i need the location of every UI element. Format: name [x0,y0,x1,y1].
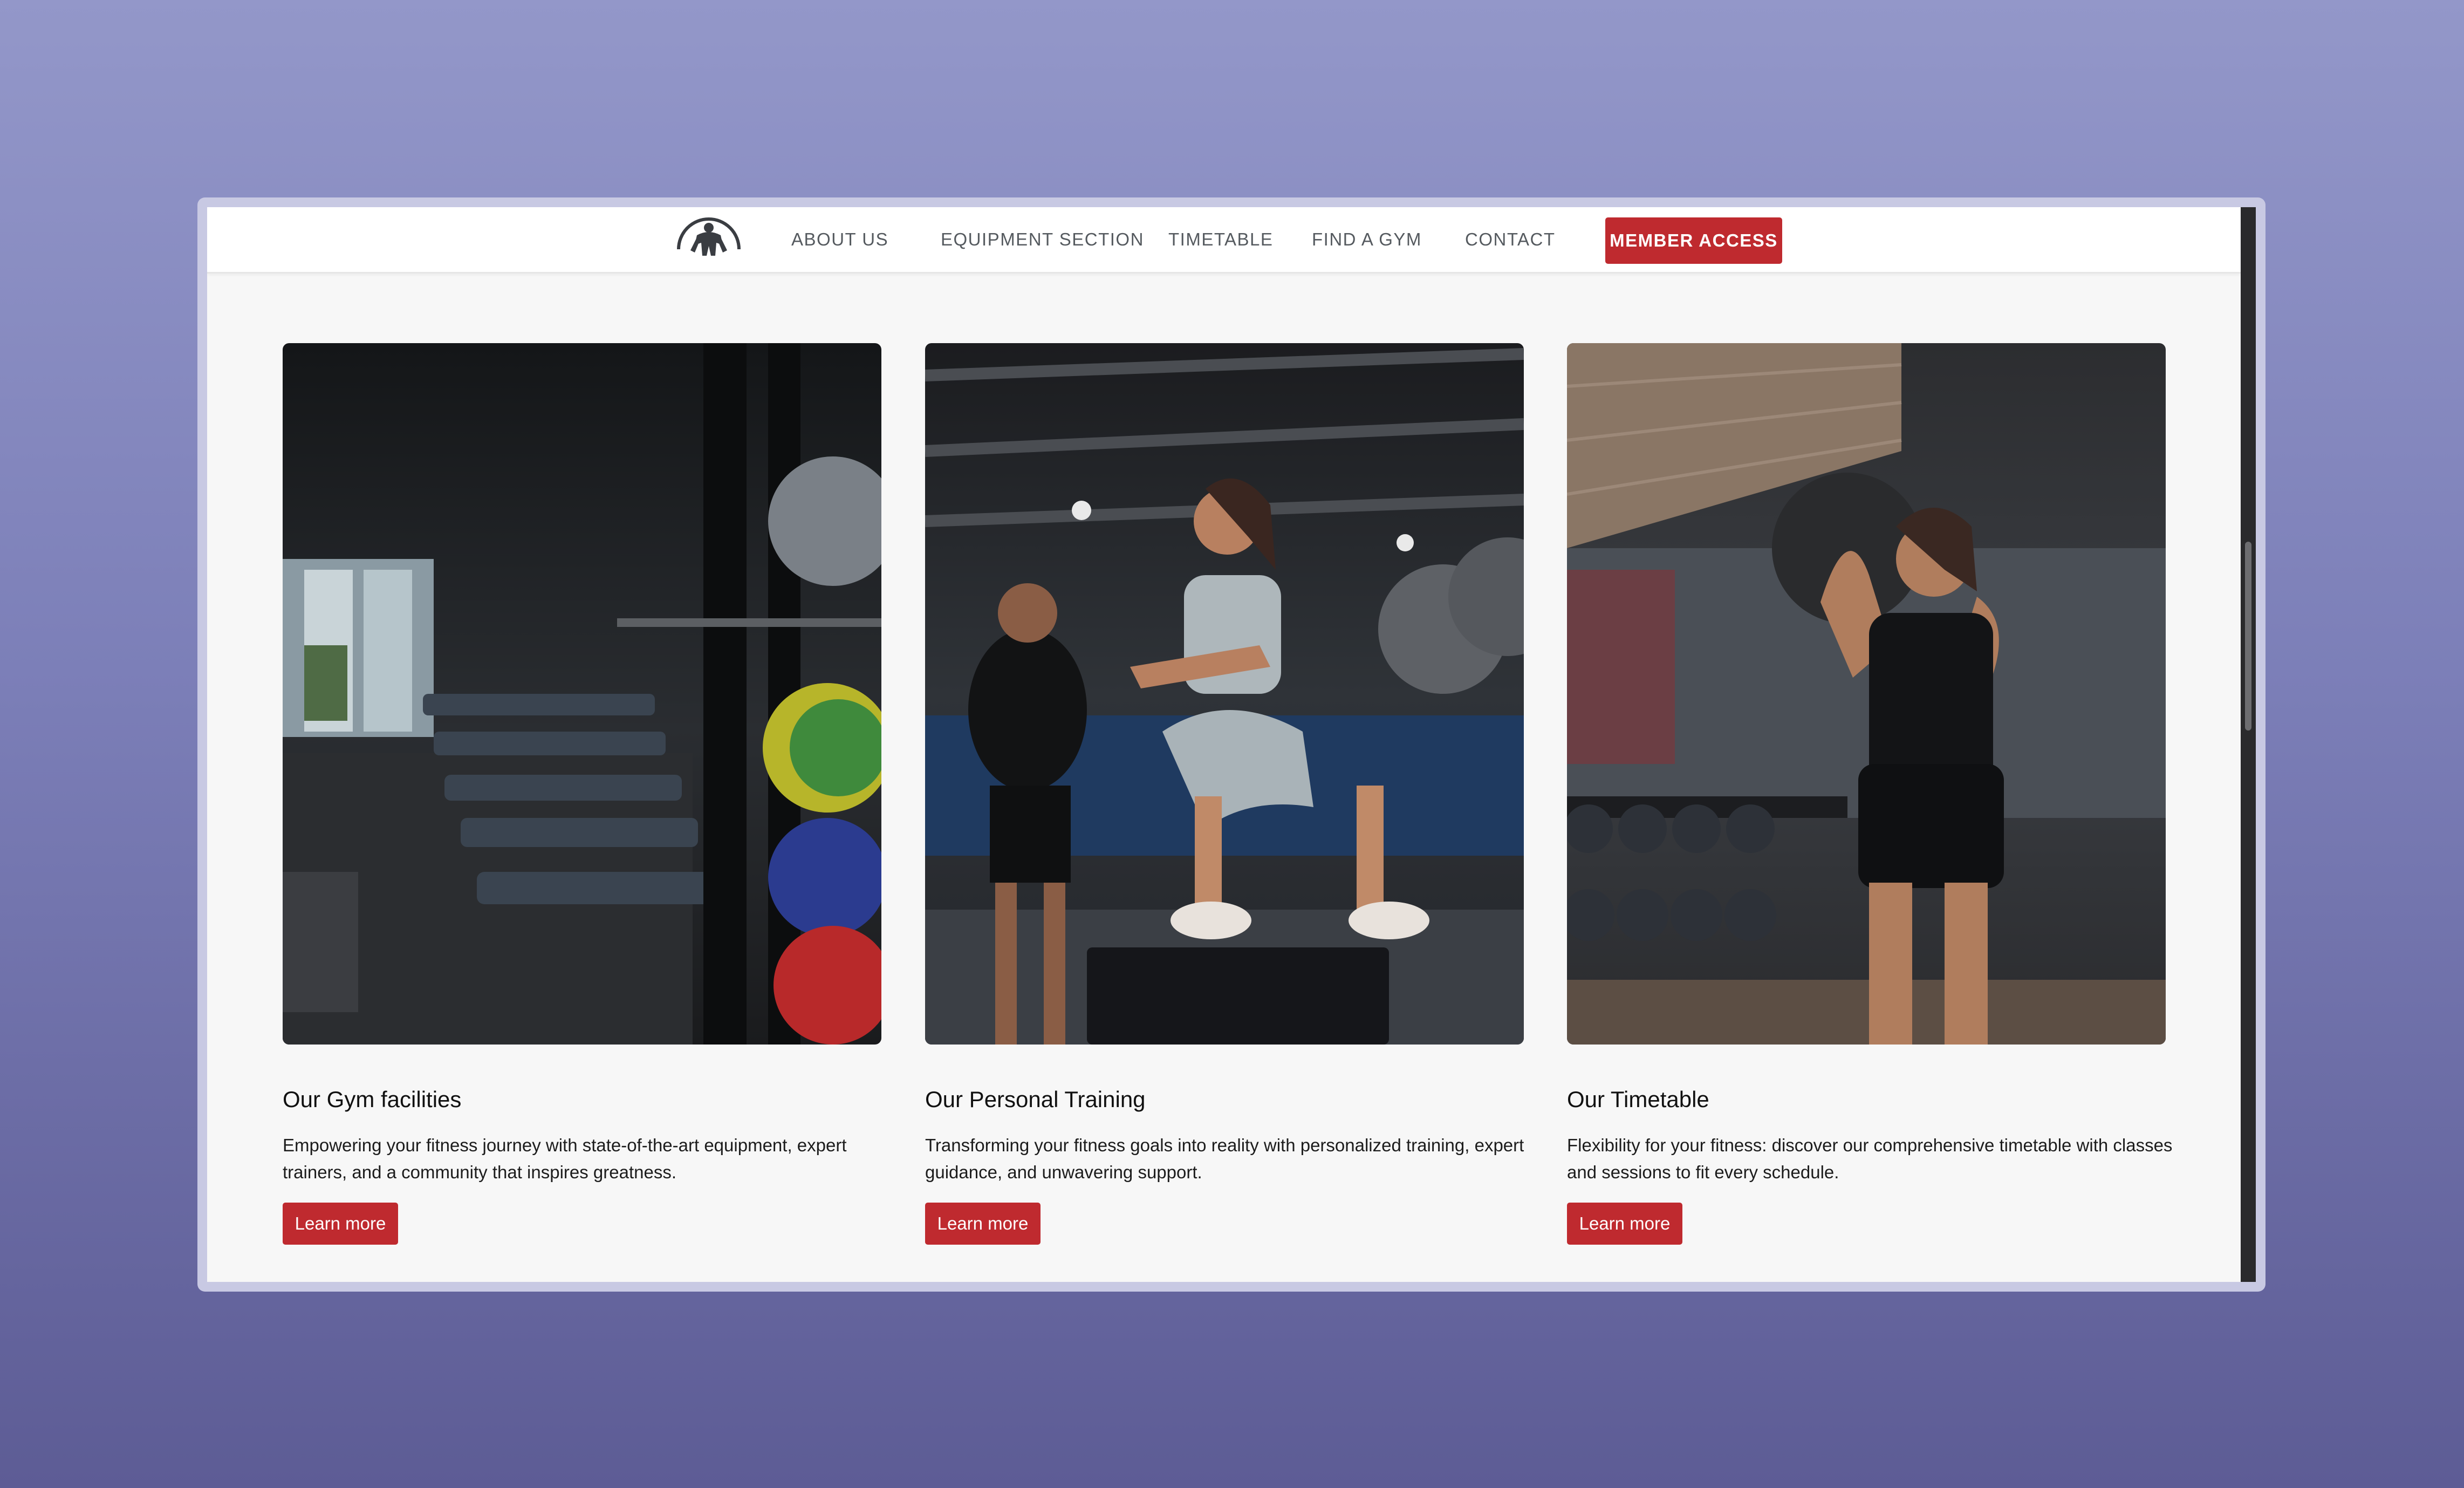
learn-more-button-gym-facilities[interactable]: Learn more [283,1203,398,1245]
nav-link-about-us[interactable]: ABOUT US [791,229,888,250]
web-page: ABOUT US EQUIPMENT SECTION TIMETABLE FIN… [207,207,2256,1282]
card-title-gym-facilities: Our Gym facilities [283,1087,462,1112]
card-description-timetable: Flexibility for your fitness: discover o… [1567,1135,2173,1182]
scrollbar-thumb[interactable] [2245,542,2251,731]
top-navigation-bar: ABOUT US EQUIPMENT SECTION TIMETABLE FIN… [207,207,2241,274]
vertical-scrollbar[interactable] [2241,207,2256,1282]
learn-more-button-timetable[interactable]: Learn more [1567,1203,1682,1245]
member-access-button[interactable]: MEMBER ACCESS [1605,217,1782,264]
nav-link-timetable[interactable]: TIMETABLE [1168,229,1273,250]
athlete-logo-icon[interactable] [675,207,742,262]
timetable-photo [1567,343,2166,1045]
gym-facilities-photo [283,343,881,1045]
nav-link-equipment-section[interactable]: EQUIPMENT SECTION [941,229,1144,250]
nav-link-find-a-gym[interactable]: FIND A GYM [1312,229,1422,250]
card-description-gym-facilities: Empowering your fitness journey with sta… [283,1135,847,1182]
personal-training-photo [925,343,1524,1045]
nav-link-contact[interactable]: CONTACT [1465,229,1556,250]
browser-window: ABOUT US EQUIPMENT SECTION TIMETABLE FIN… [197,197,2265,1292]
card-title-timetable: Our Timetable [1567,1087,1709,1112]
card-title-personal-training: Our Personal Training [925,1087,1146,1112]
learn-more-button-personal-training[interactable]: Learn more [925,1203,1041,1245]
card-description-personal-training: Transforming your fitness goals into rea… [925,1135,1524,1182]
